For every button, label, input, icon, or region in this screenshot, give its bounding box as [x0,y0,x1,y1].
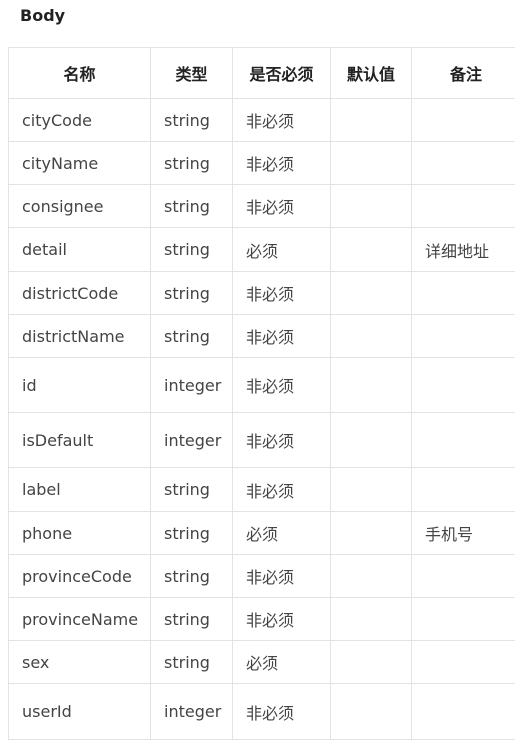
cell-default [330,141,412,185]
cell-note [411,554,515,598]
cell-default [330,554,412,598]
cell-name: isDefault [8,412,151,468]
cell-type: string [150,511,233,555]
cell-type: string [150,98,233,142]
cell-default [330,640,412,684]
cell-name: sex [8,640,151,684]
cell-name: provinceName [8,597,151,641]
cell-name: cityName [8,141,151,185]
cell-required: 非必须 [232,683,331,740]
table-row: provinceName string 非必须 [8,597,515,641]
cell-required: 非必须 [232,357,331,413]
header-required: 是否必须 [232,47,331,99]
cell-name: label [8,467,151,512]
cell-name: consignee [8,184,151,228]
cell-type: string [150,141,233,185]
cell-type: string [150,184,233,228]
table-row: id integer 非必须 [8,357,515,413]
table-row: cityName string 非必须 [8,141,515,185]
cell-default [330,683,412,740]
cell-type: string [150,597,233,641]
cell-name: districtName [8,314,151,358]
cell-required: 必须 [232,227,331,272]
cell-type: string [150,467,233,512]
cell-required: 必须 [232,640,331,684]
cell-default [330,98,412,142]
cell-name: detail [8,227,151,272]
cell-note: 手机号 [411,511,515,555]
section-title: Body [20,6,66,25]
cell-default [330,511,412,555]
cell-note [411,467,515,512]
table-row: districtCode string 非必须 [8,271,515,315]
cell-type: string [150,271,233,315]
cell-note [411,412,515,468]
cell-note [411,184,515,228]
cell-name: phone [8,511,151,555]
table-row: consignee string 非必须 [8,184,515,228]
cell-type: string [150,554,233,598]
cell-default [330,597,412,641]
cell-note [411,314,515,358]
cell-note [411,357,515,413]
cell-name: id [8,357,151,413]
header-name: 名称 [8,47,151,99]
cell-type: integer [150,683,233,740]
cell-required: 非必须 [232,184,331,228]
table-row: sex string 必须 [8,640,515,684]
parameters-table: 名称 类型 是否必须 默认值 备注 cityCode string 非必须 cityN… [8,47,515,740]
table-row: phone string 必须 手机号 [8,511,515,555]
cell-required: 非必须 [232,597,331,641]
cell-note [411,683,515,740]
cell-required: 非必须 [232,271,331,315]
cell-type: integer [150,357,233,413]
cell-default [330,467,412,512]
cell-type: string [150,314,233,358]
header-note: 备注 [411,47,515,99]
cell-default [330,271,412,315]
table-row: cityCode string 非必须 [8,98,515,142]
cell-default [330,184,412,228]
cell-note [411,640,515,684]
table-row: label string 非必须 [8,467,515,512]
cell-required: 必须 [232,511,331,555]
cell-type: integer [150,412,233,468]
header-default: 默认值 [330,47,412,99]
cell-required: 非必须 [232,467,331,512]
cell-type: string [150,227,233,272]
cell-note [411,597,515,641]
cell-note [411,98,515,142]
table-header-row: 名称 类型 是否必须 默认值 备注 [8,47,515,99]
cell-name: cityCode [8,98,151,142]
cell-required: 非必须 [232,412,331,468]
cell-default [330,357,412,413]
cell-default [330,314,412,358]
cell-default [330,412,412,468]
cell-note [411,141,515,185]
cell-type: string [150,640,233,684]
table-row: provinceCode string 非必须 [8,554,515,598]
cell-required: 非必须 [232,314,331,358]
table-row: detail string 必须 详细地址 [8,227,515,272]
cell-name: districtCode [8,271,151,315]
cell-default [330,227,412,272]
cell-name: provinceCode [8,554,151,598]
header-type: 类型 [150,47,233,99]
cell-note: 详细地址 [411,227,515,272]
cell-name: userId [8,683,151,740]
table-row: districtName string 非必须 [8,314,515,358]
cell-required: 非必须 [232,554,331,598]
table-row: userId integer 非必须 [8,683,515,740]
cell-note [411,271,515,315]
table-row: isDefault integer 非必须 [8,412,515,468]
cell-required: 非必须 [232,98,331,142]
cell-required: 非必须 [232,141,331,185]
